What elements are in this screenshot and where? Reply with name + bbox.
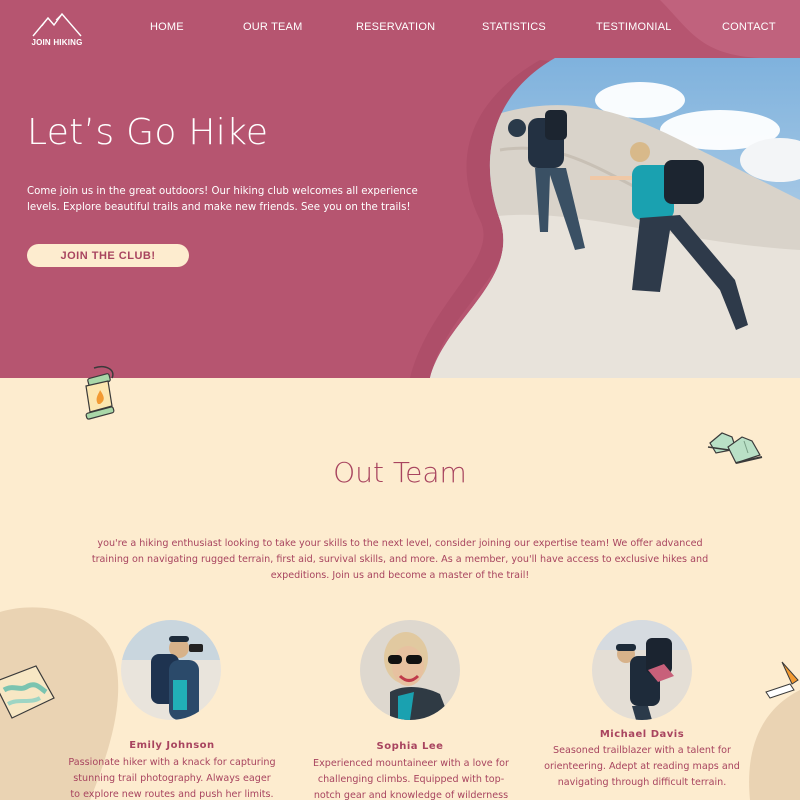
- join-club-button[interactable]: JOIN THE CLUB!: [27, 244, 189, 267]
- nav-testimonial[interactable]: TESTIMONIAL: [596, 21, 672, 33]
- pocket-knife-icon: [765, 661, 799, 699]
- member-photo-sophia: [360, 620, 460, 720]
- nav-home[interactable]: HOME: [150, 21, 184, 33]
- brand-logo[interactable]: JOIN HIKING: [30, 8, 84, 50]
- map-icon: [0, 665, 55, 719]
- member-photo-emily: [121, 620, 221, 720]
- nav-our-team[interactable]: OUR TEAM: [243, 21, 302, 33]
- member-name-emily: Emily Johnson: [129, 740, 215, 751]
- member-bio-michael: Seasoned trailblazer with a talent for o…: [544, 745, 740, 788]
- member-bio-sophia: Experienced mountaineer with a love for …: [313, 758, 509, 800]
- member-bio-emily: Passionate hiker with a knack for captur…: [68, 757, 276, 800]
- mountain-logo-icon: [32, 12, 82, 37]
- nav-reservation[interactable]: RESERVATION: [356, 21, 435, 33]
- top-nav: JOIN HIKING HOME OUR TEAM RESERVATION ST…: [0, 0, 800, 58]
- member-name-sophia: Sophia Lee: [376, 741, 444, 752]
- hero-description: Come join us in the great outdoors! Our …: [27, 186, 418, 213]
- team-section-title: Out Team: [333, 456, 467, 489]
- team-intro-text: you're a hiking enthusiast looking to ta…: [91, 538, 709, 581]
- nav-statistics[interactable]: STATISTICS: [482, 21, 546, 33]
- hero-title: Let’s Go Hike: [27, 112, 269, 153]
- nav-contact[interactable]: CONTACT: [722, 21, 776, 33]
- right-sand-blob: [749, 690, 800, 800]
- hero-section: JOIN HIKING HOME OUR TEAM RESERVATION ST…: [0, 0, 800, 378]
- brand-name: JOIN HIKING: [31, 38, 83, 47]
- member-photo-michael: [592, 620, 692, 720]
- member-name-michael: Michael Davis: [599, 729, 685, 740]
- lantern-icon: [85, 366, 115, 420]
